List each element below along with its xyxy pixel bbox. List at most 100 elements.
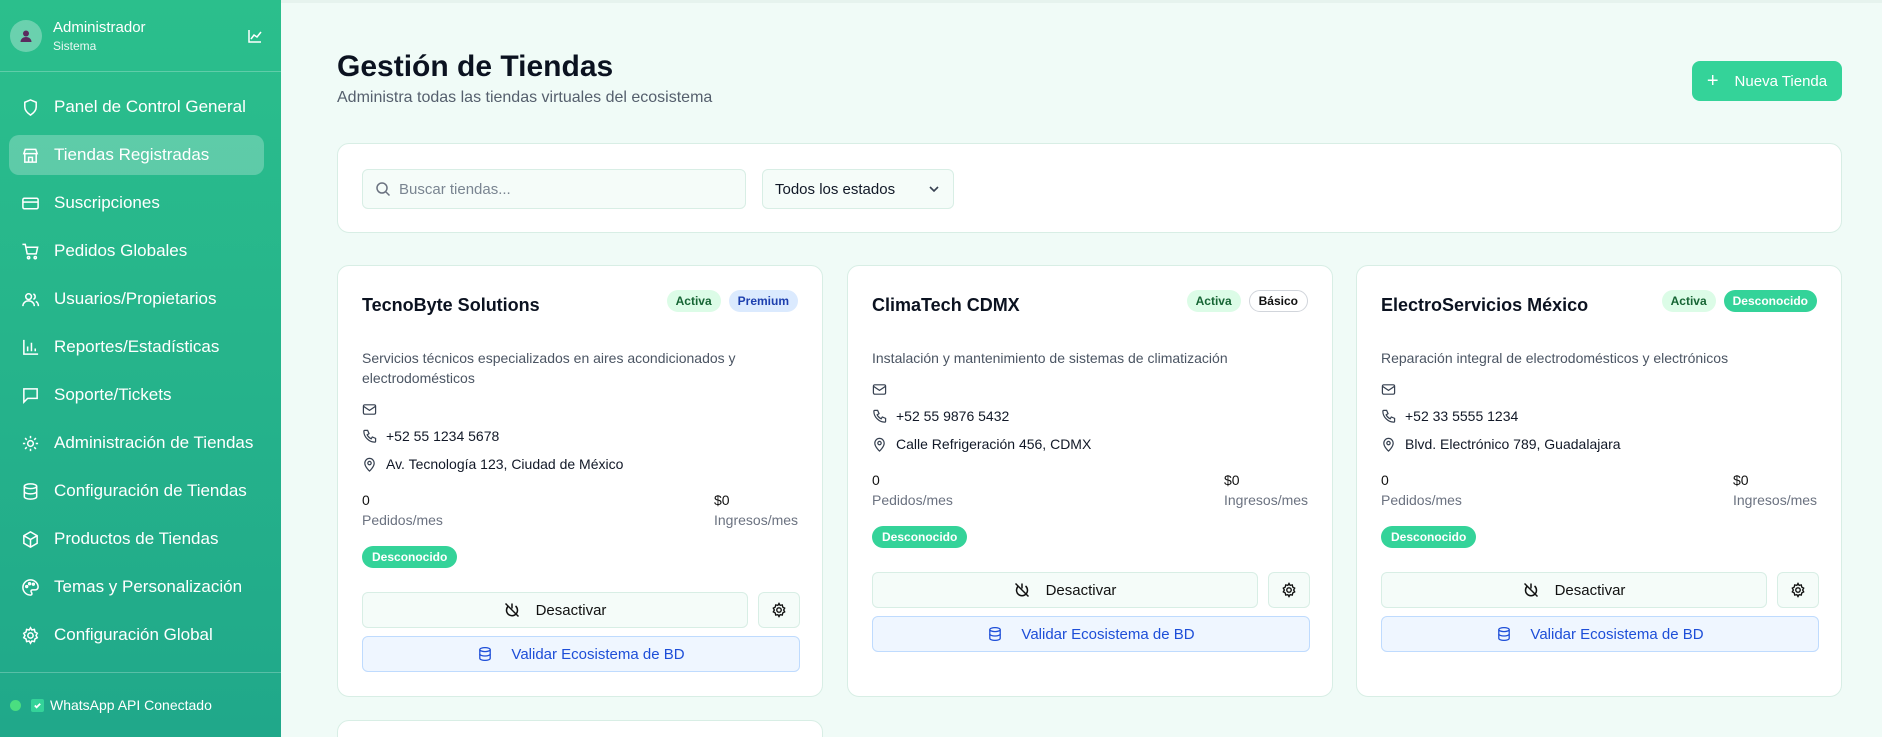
map-pin-icon — [1383, 437, 1394, 452]
map-pin-icon — [364, 457, 375, 472]
connection-badge: Desconocido — [1381, 526, 1477, 548]
sidebar-item-tiendas-registradas[interactable]: Tiendas Registradas — [9, 135, 264, 175]
sidebar-item-productos[interactable]: Productos de Tiendas — [9, 519, 264, 559]
map-pin-icon — [874, 437, 885, 452]
status-badge: Activa — [1661, 290, 1716, 312]
settings-button[interactable] — [1777, 572, 1819, 608]
gear-icon — [1791, 582, 1805, 598]
sidebar-item-label: Soporte/Tickets — [54, 385, 172, 404]
database-icon — [1498, 626, 1511, 642]
database-icon — [479, 646, 492, 662]
sidebar-item-label: Configuración de Tiendas — [54, 481, 247, 500]
store-icon — [22, 148, 39, 163]
status-badge: Activa — [1186, 290, 1241, 312]
status-filter-select[interactable]: Todos los estados — [762, 169, 954, 209]
sidebar-item-label: Usuarios/Propietarios — [54, 289, 217, 308]
store-phone: +52 55 1234 5678 — [362, 428, 499, 444]
orders-label: Pedidos/mes — [362, 512, 443, 528]
message-icon — [23, 387, 38, 404]
sidebar-item-configuracion-global[interactable]: Configuración Global — [9, 615, 264, 655]
validate-db-button[interactable]: Validar Ecosistema de BD — [1381, 616, 1819, 652]
sidebar-item-panel-control[interactable]: Panel de Control General — [9, 87, 264, 127]
settings-button[interactable] — [758, 592, 800, 628]
search-field[interactable] — [362, 169, 746, 209]
cog-icon — [22, 435, 39, 451]
revenue-value: $0 — [714, 492, 730, 508]
store-address-text: Blvd. Electrónico 789, Guadalajara — [1405, 436, 1621, 452]
palette-icon — [22, 578, 39, 596]
user-icon — [20, 30, 32, 42]
page-title: Gestión de Tiendas — [337, 50, 614, 83]
trend-chart-icon[interactable] — [247, 28, 263, 44]
store-email — [362, 402, 386, 417]
store-name: ElectroServicios México — [1381, 295, 1589, 315]
settings-button[interactable] — [1268, 572, 1310, 608]
sidebar-item-label: Productos de Tiendas — [54, 529, 219, 548]
settings-icon — [22, 625, 39, 645]
deactivate-button[interactable]: Desactivar — [1381, 572, 1767, 608]
revenue-label: Ingresos/mes — [1733, 492, 1818, 508]
sidebar-item-suscripciones[interactable]: Suscripciones — [9, 183, 264, 223]
sidebar-item-label: Suscripciones — [54, 193, 160, 212]
bar-chart-icon — [23, 339, 39, 355]
orders-value: 0 — [872, 472, 880, 488]
validate-db-button[interactable]: Validar Ecosistema de BD — [362, 636, 800, 672]
orders-value: 0 — [362, 492, 370, 508]
store-description: Servicios técnicos especializados en air… — [362, 350, 736, 386]
revenue-value: $0 — [1224, 472, 1240, 488]
sidebar-item-pedidos-globales[interactable]: Pedidos Globales — [9, 231, 264, 271]
status-dot — [10, 699, 21, 711]
avatar[interactable] — [10, 19, 42, 52]
sidebar-item-configuracion-tiendas[interactable]: Configuración de Tiendas — [9, 471, 264, 511]
deactivate-label: Desactivar — [535, 601, 607, 619]
phone-icon — [1382, 409, 1396, 423]
chevron-down-icon — [929, 186, 939, 193]
page-subtitle: Administra todas las tiendas virtuales d… — [337, 89, 713, 106]
sidebar-item-usuarios[interactable]: Usuarios/Propietarios — [9, 279, 264, 319]
filter-bar: Todos los estados — [337, 143, 1842, 233]
new-store-label: Nueva Tienda — [1734, 72, 1828, 90]
plus-icon: + — [1706, 69, 1719, 92]
store-card-partial — [337, 720, 823, 737]
sidebar-item-label: Configuración Global — [54, 625, 213, 644]
store-description: Instalación y mantenimiento de sistemas … — [872, 350, 1228, 366]
sidebar-item-temas[interactable]: Temas y Personalización — [9, 567, 264, 607]
gear-icon — [1282, 582, 1296, 598]
top-border — [281, 0, 1882, 3]
store-phone-text: +52 55 1234 5678 — [386, 428, 500, 444]
store-description: Reparación integral de electrodomésticos… — [1381, 350, 1729, 366]
mail-icon — [362, 404, 377, 415]
status-filter-value: Todos los estados — [775, 180, 896, 198]
store-address-text: Av. Tecnología 123, Ciudad de México — [386, 456, 624, 472]
store-address-text: Calle Refrigeración 456, CDMX — [896, 436, 1092, 452]
power-off-icon — [1014, 582, 1029, 598]
store-phone-text: +52 33 5555 1234 — [1405, 408, 1519, 424]
validate-db-button[interactable]: Validar Ecosistema de BD — [872, 616, 1310, 652]
sidebar-item-label: Tiendas Registradas — [54, 145, 210, 164]
sidebar-nav: Panel de Control General Tiendas Registr… — [9, 87, 264, 663]
store-card: ClimaTech CDMX Activa Básico Instalación… — [847, 265, 1333, 697]
whatsapp-status: WhatsApp API Conectado — [0, 672, 281, 737]
deactivate-button[interactable]: Desactivar — [872, 572, 1258, 608]
store-phone-text: +52 55 9876 5432 — [896, 408, 1010, 424]
search-input[interactable] — [399, 180, 719, 198]
connection-badge: Desconocido — [362, 546, 458, 568]
database-icon — [23, 482, 38, 500]
sidebar-item-reportes[interactable]: Reportes/Estadísticas — [9, 327, 264, 367]
gear-icon — [772, 602, 786, 618]
sidebar-item-label: Temas y Personalización — [54, 577, 243, 596]
deactivate-button[interactable]: Desactivar — [362, 592, 748, 628]
mail-icon — [872, 384, 887, 395]
credit-card-icon — [22, 197, 39, 209]
store-address: Calle Refrigeración 456, CDMX — [872, 436, 1091, 452]
user-name: Administrador — [53, 18, 146, 36]
store-phone: +52 33 5555 1234 — [1381, 408, 1518, 424]
store-name: TecnoByte Solutions — [362, 295, 540, 315]
revenue-label: Ingresos/mes — [1224, 492, 1309, 508]
users-icon — [22, 292, 40, 306]
sidebar-header: Administrador Sistema — [0, 0, 281, 72]
sidebar-item-soporte[interactable]: Soporte/Tickets — [9, 375, 264, 415]
new-store-button[interactable]: + Nueva Tienda — [1692, 61, 1842, 101]
sidebar-item-administracion[interactable]: Administración de Tiendas — [9, 423, 264, 463]
orders-value: 0 — [1381, 472, 1389, 488]
